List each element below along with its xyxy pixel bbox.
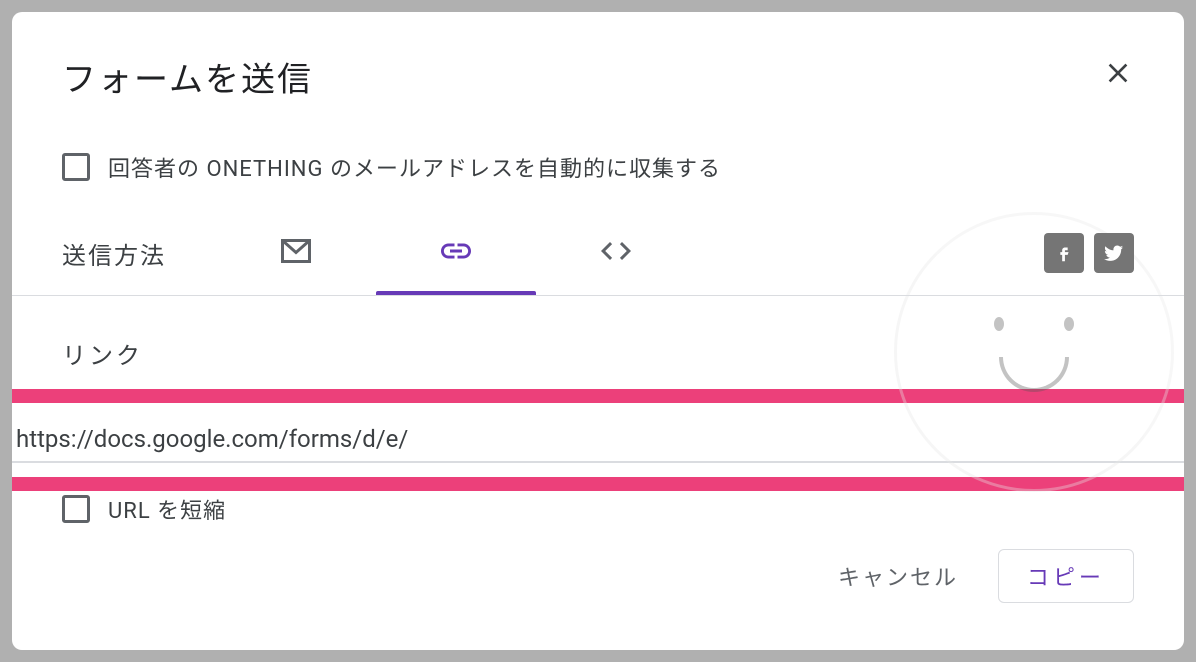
social-share [1044,233,1134,295]
collect-email-label: 回答者の ONETHING のメールアドレスを自動的に収集する [108,151,721,183]
send-method-label: 送信方法 [62,236,166,293]
tab-link[interactable] [376,233,536,295]
collect-email-checkbox[interactable] [62,153,90,181]
dialog-footer: キャンセル コピー [12,525,1184,633]
embed-icon [598,233,634,273]
cancel-button[interactable]: キャンセル [826,550,970,602]
send-method-tabs: 送信方法 [12,203,1184,296]
tab-embed[interactable] [536,233,696,295]
shorten-url-checkbox[interactable] [62,495,90,523]
send-form-dialog: フォームを送信 回答者の ONETHING のメールアドレスを自動的に収集する … [12,12,1184,650]
dialog-title: フォームを送信 [62,52,313,101]
mail-icon [278,233,314,273]
link-icon [438,233,474,273]
shorten-url-row: URL を短縮 [12,493,1184,525]
collect-email-row: 回答者の ONETHING のメールアドレスを自動的に収集する [12,121,1184,203]
facebook-icon[interactable] [1044,233,1084,273]
dialog-header: フォームを送信 [12,12,1184,121]
twitter-icon[interactable] [1094,233,1134,273]
close-icon[interactable] [1102,57,1134,96]
shorten-url-label: URL を短縮 [108,493,226,525]
tab-email[interactable] [216,233,376,295]
copy-button[interactable]: コピー [998,549,1134,603]
